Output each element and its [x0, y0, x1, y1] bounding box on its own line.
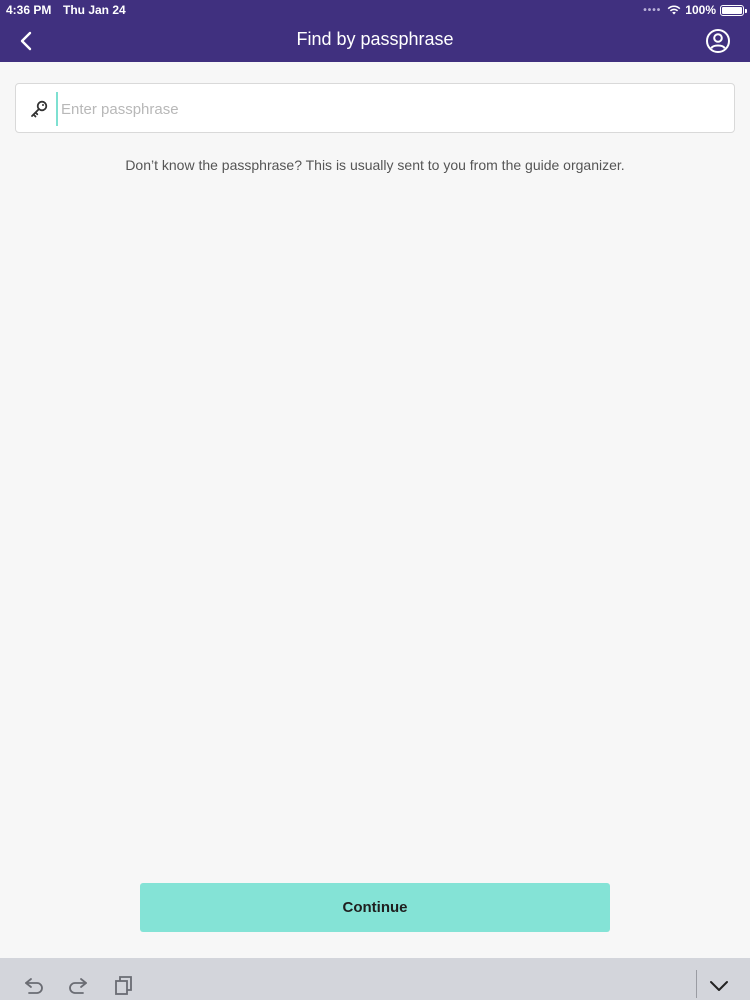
page-title: Find by passphrase: [296, 29, 454, 49]
paste-icon: [115, 976, 132, 995]
help-text: Don’t know the passphrase? This is usual…: [125, 157, 625, 173]
chevron-down-icon: [710, 981, 728, 991]
app-header: 4:36 PM Thu Jan 24 •••• 100% Find by pas…: [0, 0, 750, 62]
find-by-passphrase-screen: 4:36 PM Thu Jan 24 •••• 100% Find by pas…: [0, 0, 750, 1000]
status-date: Thu Jan 24: [63, 3, 126, 17]
signal-dots-icon: ••••: [643, 4, 662, 16]
key-icon: [31, 100, 48, 118]
divider: [696, 970, 697, 998]
continue-button[interactable]: Continue: [140, 883, 610, 932]
nav-bar: Find by passphrase: [0, 20, 750, 62]
keyboard-shortcut-bar: [0, 958, 750, 1000]
passphrase-field[interactable]: [15, 83, 735, 133]
paste-button[interactable]: [112, 973, 136, 997]
battery-icon: [720, 4, 747, 16]
status-time: 4:36 PM: [6, 3, 52, 17]
profile-button[interactable]: [704, 27, 732, 55]
redo-button[interactable]: [66, 973, 90, 997]
undo-button[interactable]: [22, 973, 46, 997]
battery-percentage: 100%: [685, 3, 716, 17]
dismiss-keyboard-button[interactable]: [707, 973, 731, 997]
wifi-icon: [667, 5, 681, 15]
redo-icon: [69, 978, 87, 994]
user-circle-icon: [706, 29, 730, 53]
undo-icon: [25, 978, 43, 994]
status-bar: 4:36 PM Thu Jan 24 •••• 100%: [0, 0, 750, 20]
status-indicators: •••• 100%: [643, 3, 747, 17]
passphrase-input[interactable]: [56, 92, 716, 126]
